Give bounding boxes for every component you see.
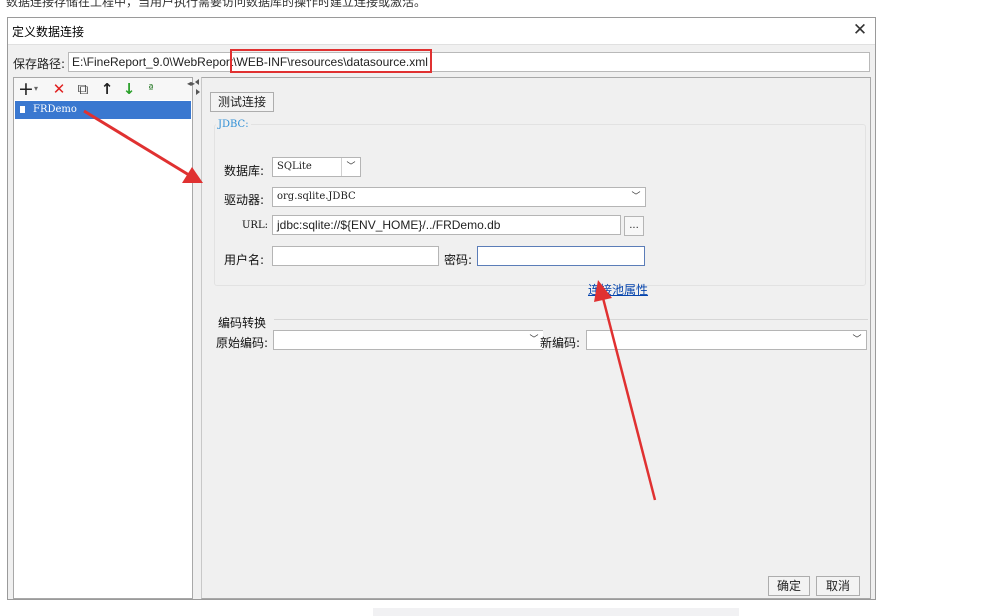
annotation-arrows — [83, 109, 657, 501]
annotation-arrow-to-driver — [83, 109, 203, 183]
annotation-arrow-to-pool-link — [594, 280, 657, 501]
bottom-strip — [373, 608, 739, 616]
